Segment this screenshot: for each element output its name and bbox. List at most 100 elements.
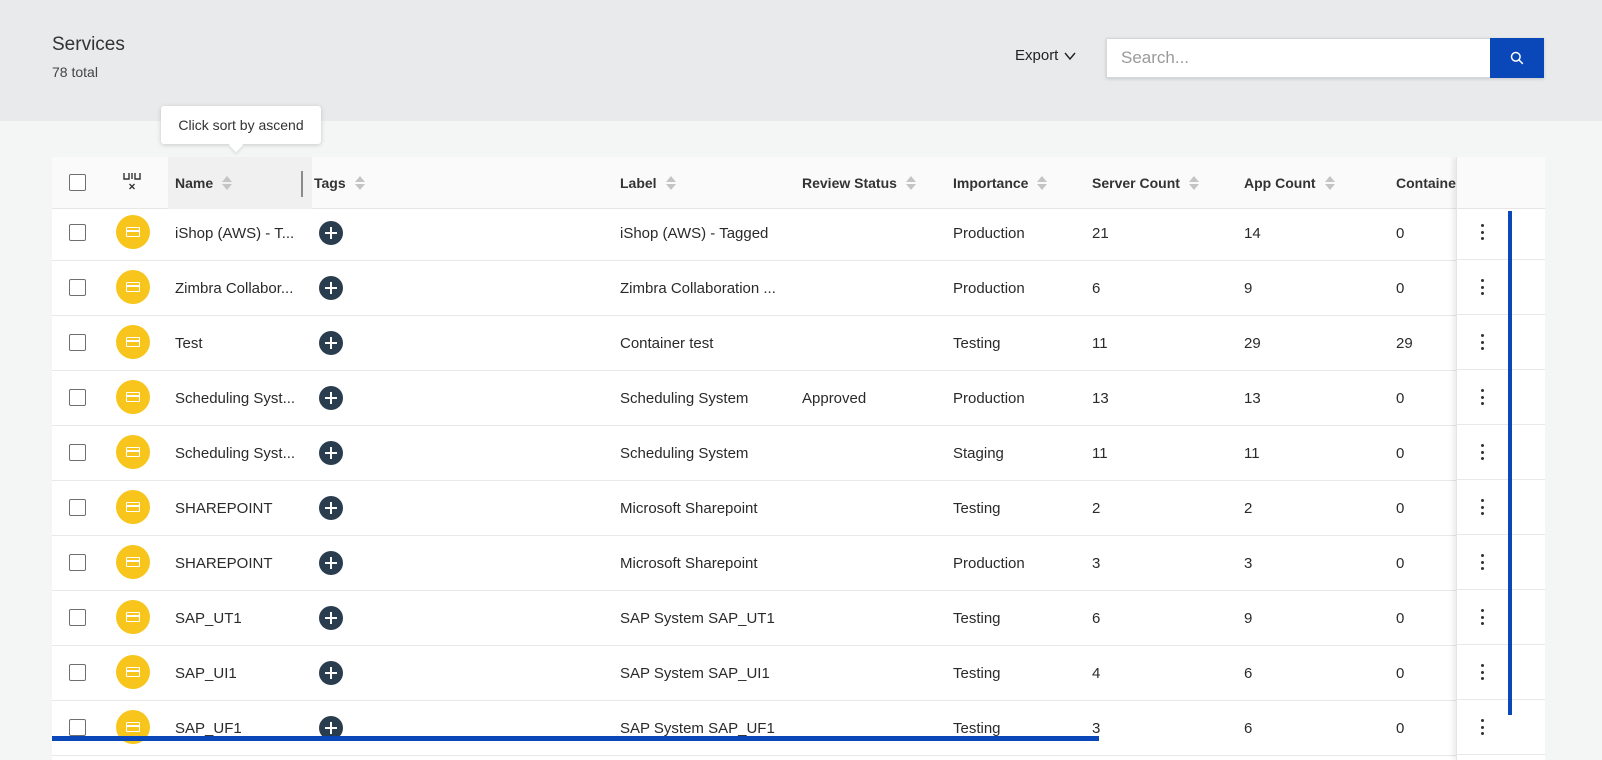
column-resize-handle[interactable] [301,171,303,197]
service-name[interactable]: SAP_UF1 [175,700,305,756]
service-name[interactable]: SHAREPOINT [175,480,305,536]
row-checkbox[interactable] [69,499,86,516]
table-row[interactable]: Scheduling Syst... Scheduling System Appro… [52,370,1545,426]
more-options-icon[interactable] [1477,552,1487,572]
add-tag-button[interactable] [319,606,343,630]
column-header-name[interactable]: Name [175,157,233,209]
table-row[interactable]: SAP_UI1 SAP System SAP_UI1 Testing 4 6 0 [52,645,1545,701]
table-row[interactable]: Scheduling Syst... Scheduling System Stagi… [52,425,1545,481]
app-count: 13 [1244,389,1261,407]
service-name[interactable]: SAP_UT1 [175,590,305,646]
more-options-icon[interactable] [1477,277,1487,297]
service-name[interactable]: SHAREPOINT [175,535,305,591]
more-options-icon[interactable] [1477,387,1487,407]
select-all-checkbox[interactable] [69,174,86,191]
row-checkbox[interactable] [69,224,86,241]
service-name[interactable]: iShop (AWS) - T... [175,205,305,261]
service-type-icon [116,270,150,304]
add-tag-button[interactable] [319,276,343,300]
service-type-icon [116,380,150,414]
row-checkbox[interactable] [69,279,86,296]
review-status [802,260,942,316]
more-options-icon[interactable] [1477,222,1487,242]
add-tag-button[interactable] [319,331,343,355]
column-header-label[interactable]: Label [620,157,676,209]
table-row[interactable]: iShop (AWS) - T... iShop (AWS) - Tagged Pr… [52,205,1545,261]
more-options-icon[interactable] [1477,442,1487,462]
more-options-icon[interactable] [1477,717,1487,737]
add-tag-button[interactable] [319,496,343,520]
sort-icon [222,175,233,191]
column-header-tags[interactable]: Tags [314,157,365,209]
service-label: Microsoft Sharepoint [620,499,758,517]
container-count: 0 [1396,224,1405,242]
table-row[interactable]: SHAREPOINT Microsoft Sharepoint Testing 2 2 0 [52,480,1545,536]
container-count: 0 [1396,499,1405,517]
server-count: 6 [1092,609,1101,627]
row-checkbox[interactable] [69,334,86,351]
column-settings-icon[interactable] [122,171,142,193]
service-type-icon [116,215,150,249]
search-button[interactable] [1490,38,1544,78]
service-name[interactable]: Test [175,315,305,371]
review-status [802,480,942,536]
service-name[interactable]: Zimbra Collabor... [175,260,305,316]
more-options-icon[interactable] [1477,662,1487,682]
review-status [802,645,942,701]
table-row[interactable]: Test Container test Testing 11 29 29 [52,315,1545,371]
row-divider [1457,314,1545,315]
more-options-icon[interactable] [1477,607,1487,627]
add-tag-button[interactable] [319,551,343,575]
add-tag-button[interactable] [319,221,343,245]
row-divider [1457,644,1545,645]
importance: Production [953,389,1025,407]
row-checkbox[interactable] [69,389,86,406]
vertical-scrollbar[interactable] [1508,211,1512,715]
horizontal-scrollbar[interactable] [52,736,1099,741]
importance: Staging [953,444,1004,462]
app-count: 11 [1244,444,1260,462]
row-checkbox[interactable] [69,444,86,461]
column-header-container-count[interactable]: Containe [1396,157,1456,209]
server-count: 21 [1092,224,1109,242]
table-row[interactable]: Zimbra Collabor... Zimbra Collaboration .… [52,260,1545,316]
service-name[interactable]: SAP_UI1 [175,645,305,701]
service-name[interactable]: Scheduling Syst... [175,425,305,481]
app-count: 9 [1244,609,1253,627]
add-tag-button[interactable] [319,386,343,410]
service-label: Zimbra Collaboration ... [620,279,776,297]
search-input[interactable] [1107,39,1491,77]
row-checkbox[interactable] [69,664,86,681]
table-row[interactable]: SAP_UF1 SAP System SAP_UF1 Testing 3 6 0 [52,700,1545,756]
export-button[interactable]: Export [1015,47,1076,64]
container-count: 0 [1396,279,1405,297]
add-tag-button[interactable] [319,661,343,685]
service-name[interactable]: Scheduling Syst... [175,370,305,426]
row-checkbox[interactable] [69,609,86,626]
export-label: Export [1015,47,1059,64]
container-count: 0 [1396,719,1405,737]
column-header-importance[interactable]: Importance [953,157,1048,209]
server-count: 6 [1092,279,1101,297]
service-type-icon [116,325,150,359]
sort-icon [1324,175,1335,191]
service-type-icon [116,435,150,469]
app-count: 6 [1244,664,1253,682]
more-options-icon[interactable] [1477,332,1487,352]
column-header-server-count[interactable]: Server Count [1092,157,1199,209]
table-header: Name Tags Label Review Status Importance… [52,157,1545,209]
row-checkbox[interactable] [69,719,86,736]
table-row[interactable]: SHAREPOINT Microsoft Sharepoint Production… [52,535,1545,591]
table-row[interactable]: SAP_UT1 SAP System SAP_UT1 Testing 6 9 0 [52,590,1545,646]
container-count: 0 [1396,444,1405,462]
importance: Production [953,279,1025,297]
review-status [802,425,942,481]
add-tag-button[interactable] [319,441,343,465]
column-header-app-count[interactable]: App Count [1244,157,1335,209]
row-divider [1457,259,1545,260]
row-checkbox[interactable] [69,554,86,571]
service-type-icon [116,600,150,634]
column-header-review-status[interactable]: Review Status [802,157,916,209]
importance: Testing [953,719,1001,737]
more-options-icon[interactable] [1477,497,1487,517]
